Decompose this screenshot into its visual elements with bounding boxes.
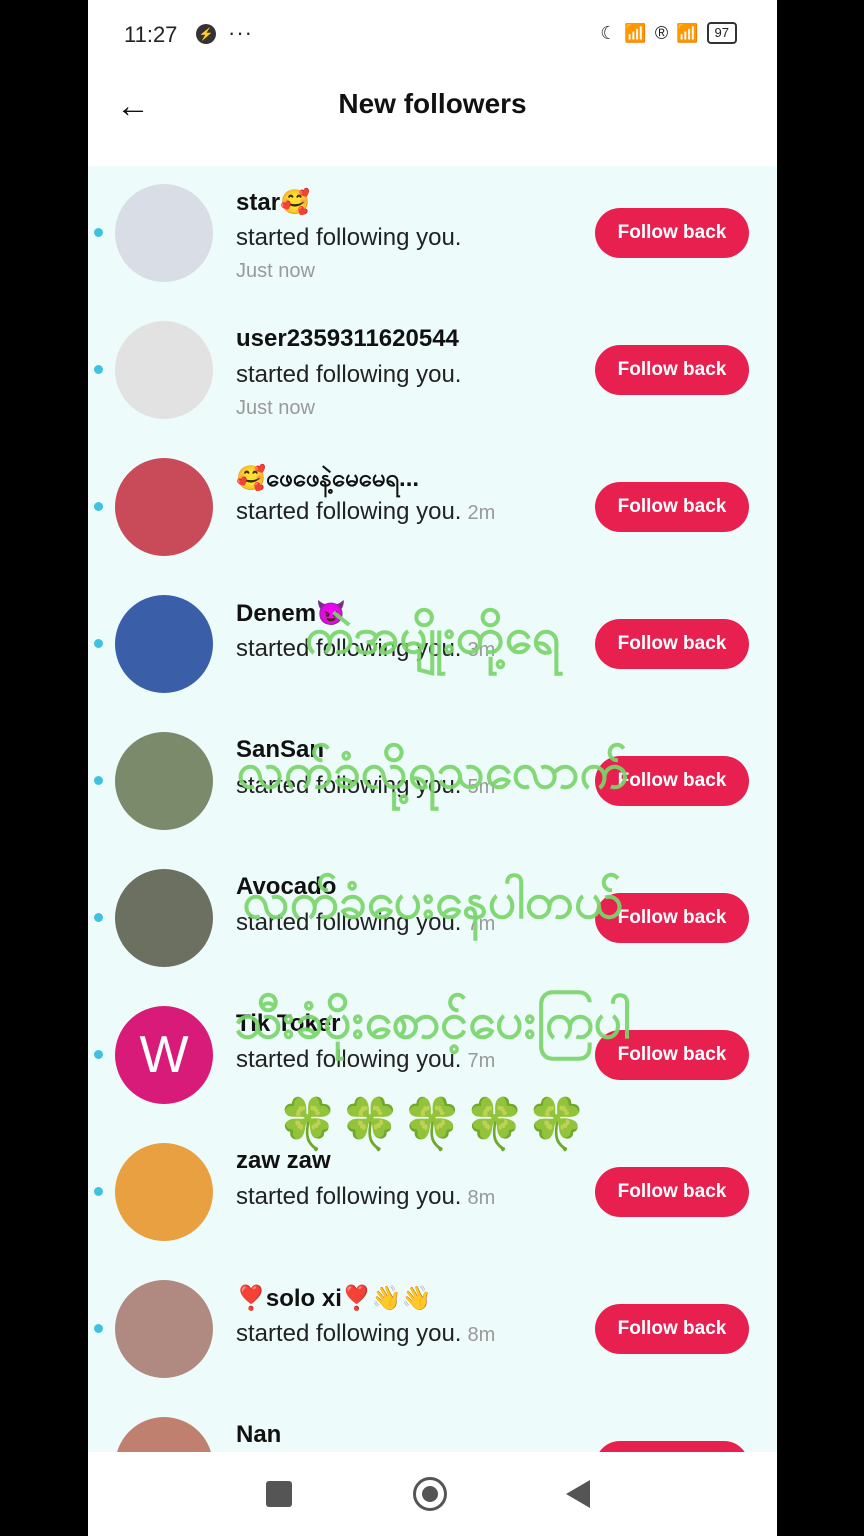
timestamp: 7m (467, 1050, 496, 1072)
circle-icon[interactable] (413, 1477, 447, 1511)
unread-dot (94, 228, 103, 237)
follow-back-button[interactable]: Follow back (595, 345, 749, 395)
follower-name[interactable]: ❣️solo xi❣️👋👋 (236, 1284, 432, 1313)
list-item[interactable]: 🥰ဖေဖေနဲ့မေမေရ... started following you. 2m… (88, 440, 777, 577)
battery-icon: 97 (706, 22, 737, 44)
status-bar: 11:27 ⚡ ··· ☾ 📶 ® 📶 97 (88, 0, 777, 70)
follow-back-button[interactable]: Follow back (595, 893, 749, 943)
follow-action-text: started following you. 8m (236, 1320, 495, 1348)
more-notifications: ··· (228, 20, 253, 45)
follow-action-text: started following you. 7m (236, 1046, 495, 1074)
follower-name[interactable]: Tik Toker (236, 1010, 340, 1038)
action-text: started following you. (236, 1046, 462, 1073)
timestamp: 2m (467, 502, 496, 524)
action-text: started following you. (236, 635, 462, 662)
follower-name[interactable]: Denem😈 (236, 599, 346, 628)
follow-back-button[interactable]: Follow back (595, 208, 749, 258)
followers-list[interactable]: star🥰 started following you. Just now Follo… (88, 166, 777, 1452)
status-time: 11:27 (124, 22, 178, 47)
header: ← New followers (88, 70, 777, 166)
follower-name[interactable]: Nan (236, 1421, 281, 1449)
follower-name[interactable]: SanSan (236, 736, 324, 764)
unread-dot (94, 639, 103, 648)
moon-icon: ☾ (600, 22, 617, 43)
follow-action-text: started following you. (236, 361, 461, 389)
list-item[interactable]: ❣️solo xi❣️👋👋 started following you. 8m Fol… (88, 1262, 777, 1399)
phone-screen: 11:27 ⚡ ··· ☾ 📶 ® 📶 97 ← New followers s… (88, 0, 777, 1536)
avatar[interactable] (115, 1417, 213, 1452)
unread-dot (94, 1324, 103, 1333)
registered-icon: ® (654, 22, 669, 43)
timestamp: 5m (467, 776, 496, 798)
unread-dot (94, 1187, 103, 1196)
follow-back-button[interactable]: Follow back (595, 1304, 749, 1354)
avatar[interactable] (115, 595, 213, 693)
square-icon[interactable] (266, 1481, 292, 1507)
follower-name[interactable]: star🥰 (236, 188, 310, 217)
timestamp: 8m (467, 1187, 496, 1209)
system-nav-bar (88, 1452, 777, 1536)
follower-name[interactable]: user2359311620544 (236, 325, 459, 353)
timestamp: 3m (467, 639, 496, 661)
follow-back-button[interactable]: Follow back (595, 1441, 749, 1452)
follow-back-button[interactable]: Follow back (595, 1030, 749, 1080)
follower-name[interactable]: Avocado (236, 873, 336, 901)
messenger-icon: ⚡ (196, 24, 216, 44)
action-text: started following you. (236, 361, 462, 388)
follow-back-button[interactable]: Follow back (595, 482, 749, 532)
follow-action-text: started following you. 3m (236, 635, 495, 663)
unread-dot (94, 1050, 103, 1059)
avatar[interactable] (115, 321, 213, 419)
avatar[interactable] (115, 732, 213, 830)
unread-dot (94, 776, 103, 785)
follow-action-text: started following you. 2m (236, 498, 495, 526)
triangle-back-icon[interactable] (566, 1480, 590, 1508)
signal-icon: 📶 (624, 22, 647, 43)
avatar[interactable]: W (115, 1006, 213, 1104)
list-item[interactable]: SanSan started following you. 5m Follow bac… (88, 714, 777, 851)
list-item[interactable]: Nan Follow back (88, 1399, 777, 1452)
timestamp: Just now (236, 260, 315, 282)
action-text: started following you. (236, 909, 462, 936)
follow-action-text: started following you. 7m (236, 909, 495, 937)
unread-dot (94, 913, 103, 922)
follow-action-text: started following you. 5m (236, 772, 495, 800)
status-icons: ☾ 📶 ® 📶 97 (600, 22, 737, 44)
timestamp: 7m (467, 913, 496, 935)
timestamp: Just now (236, 397, 315, 419)
follow-action-text: started following you. (236, 224, 461, 252)
page-title: New followers (338, 88, 527, 119)
action-text: started following you. (236, 1320, 462, 1347)
follower-name[interactable]: 🥰ဖေဖေနဲ့မေမေရ... (236, 462, 419, 498)
action-text: started following you. (236, 772, 462, 799)
signal2-icon: 📶 (676, 22, 699, 43)
avatar[interactable] (115, 458, 213, 556)
unread-dot (94, 365, 103, 374)
list-item[interactable]: user2359311620544 started following you. J… (88, 303, 777, 440)
timestamp: 8m (467, 1324, 496, 1346)
list-item[interactable]: Denem😈 started following you. 3m Follow bac… (88, 577, 777, 714)
list-item[interactable]: Avocado started following you. 7m Follow ba… (88, 851, 777, 988)
follow-back-button[interactable]: Follow back (595, 756, 749, 806)
avatar[interactable] (115, 1280, 213, 1378)
list-item[interactable]: W Tik Toker started following you. 7m Follow… (88, 988, 777, 1125)
unread-dot (94, 502, 103, 511)
action-text: started following you. (236, 224, 462, 251)
follow-action-text: started following you. 8m (236, 1183, 495, 1211)
follow-back-button[interactable]: Follow back (595, 619, 749, 669)
avatar[interactable] (115, 869, 213, 967)
action-text: started following you. (236, 498, 462, 525)
avatar[interactable] (115, 1143, 213, 1241)
list-item[interactable]: star🥰 started following you. Just now Follo… (88, 166, 777, 303)
list-item[interactable]: zaw zaw started following you. 8m Follow ba… (88, 1125, 777, 1262)
avatar[interactable] (115, 184, 213, 282)
follower-name[interactable]: zaw zaw (236, 1147, 331, 1175)
action-text: started following you. (236, 1183, 462, 1210)
follow-back-button[interactable]: Follow back (595, 1167, 749, 1217)
avatar-letter: W (139, 1026, 189, 1084)
